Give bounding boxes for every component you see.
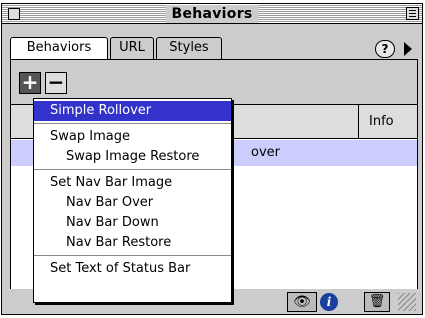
add-behavior-button[interactable]: +: [19, 72, 41, 94]
row-action-text: over: [251, 145, 280, 160]
menu-separator: [34, 123, 231, 124]
close-box-icon[interactable]: [8, 8, 20, 20]
resize-grip-icon[interactable]: [398, 293, 416, 311]
menu-item-set-text-of-status-bar[interactable]: Set Text of Status Bar: [34, 259, 231, 279]
menu-item-simple-rollover[interactable]: Simple Rollover: [34, 101, 231, 121]
column-header-info[interactable]: Info: [358, 105, 417, 139]
info-icon[interactable]: i: [320, 293, 338, 311]
menu-item-swap-image[interactable]: Swap Image: [34, 127, 231, 147]
add-behavior-popup-menu: Simple Rollover Swap Image Swap Image Rest…: [33, 98, 232, 303]
tab-url[interactable]: URL: [110, 37, 154, 59]
menu-separator: [34, 255, 231, 256]
menu-item-swap-image-restore[interactable]: Swap Image Restore: [34, 147, 231, 167]
show-events-eye-icon[interactable]: 👁: [287, 292, 317, 312]
panel-options-arrow-icon[interactable]: [404, 42, 412, 56]
panel-menu-icon[interactable]: [406, 7, 419, 20]
menu-item-nav-bar-over[interactable]: Nav Bar Over: [34, 193, 231, 213]
tab-behaviors[interactable]: Behaviors: [10, 37, 108, 60]
window-title: Behaviors: [165, 5, 259, 23]
menu-item-nav-bar-down[interactable]: Nav Bar Down: [34, 213, 231, 233]
title-bar[interactable]: Behaviors: [2, 4, 422, 24]
menu-item-set-nav-bar-image[interactable]: Set Nav Bar Image: [34, 173, 231, 193]
remove-behavior-button[interactable]: −: [45, 72, 67, 94]
menu-separator: [34, 169, 231, 170]
help-button[interactable]: ?: [375, 40, 395, 58]
menu-item-nav-bar-restore[interactable]: Nav Bar Restore: [34, 233, 231, 253]
tab-styles[interactable]: Styles: [156, 37, 222, 59]
trash-icon[interactable]: 🗑: [364, 292, 390, 312]
